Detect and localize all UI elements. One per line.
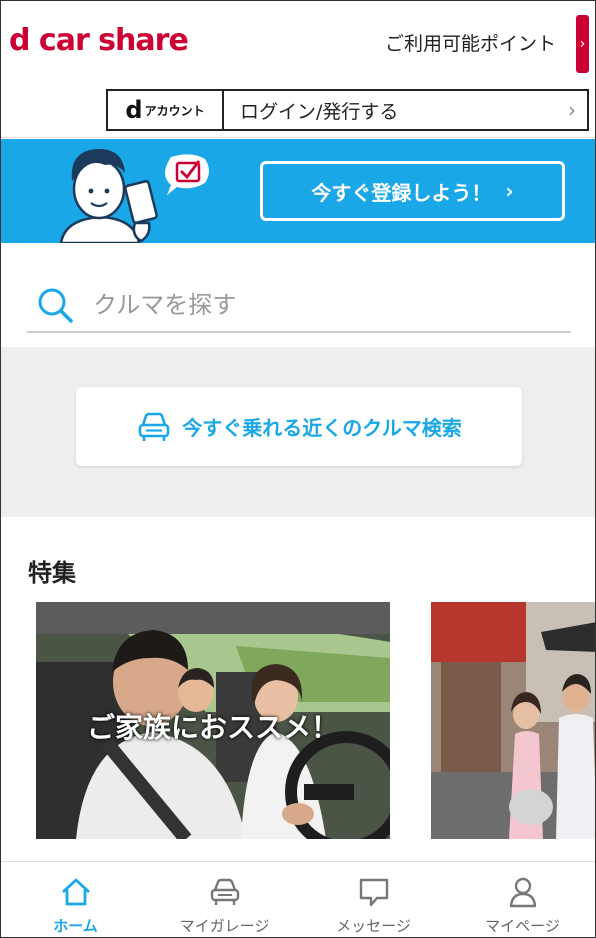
nav-my-garage-label: マイガレージ	[179, 917, 270, 935]
couple-outdoor-photo	[431, 602, 595, 839]
account-label: アカウント	[144, 103, 205, 118]
nav-messages-label: メッセージ	[336, 917, 411, 935]
register-label: 今すぐ登録しよう！	[311, 180, 492, 205]
car-icon	[138, 412, 170, 441]
dcarshare-logo[interactable]: d car share	[9, 23, 189, 58]
available-points-link[interactable]: ご利用可能ポイント	[385, 29, 556, 56]
chevron-right-icon: ›	[505, 179, 514, 203]
app-frame: d car share ご利用可能ポイント › d アカウント ログイン/発行す…	[0, 0, 596, 938]
nav-my-page[interactable]: マイページ	[448, 862, 595, 937]
car-search-input[interactable]	[93, 291, 513, 319]
header-divider	[1, 137, 595, 138]
nearby-search-label: 今すぐ乗れる近くのクルマ検索	[182, 416, 462, 440]
nav-home-label: ホーム	[53, 917, 98, 935]
header: d car share ご利用可能ポイント ›	[1, 1, 595, 85]
nav-messages[interactable]: メッセージ	[299, 862, 448, 937]
register-now-button[interactable]: 今すぐ登録しよう！ ›	[260, 161, 565, 221]
d-mark: d	[125, 96, 143, 124]
feature-card-caption: ご家族におススメ！	[86, 711, 339, 744]
home-icon	[61, 878, 90, 906]
search-icon	[38, 288, 73, 323]
feature-card-family[interactable]: ご家族におススメ！	[36, 602, 390, 839]
features-heading: 特集	[28, 559, 76, 587]
car-icon	[210, 878, 239, 905]
bottom-navigation: ホーム マイガレージ メッセージ マイページ	[1, 861, 595, 937]
register-banner: 今すぐ登録しよう！ ›	[1, 139, 595, 243]
login-label[interactable]: ログイン/発行する	[224, 91, 557, 129]
nav-home[interactable]: ホーム	[1, 862, 150, 937]
points-tab-arrow[interactable]: ›	[576, 15, 589, 73]
nearby-car-search-button[interactable]: 今すぐ乗れる近くのクルマ検索	[76, 387, 522, 466]
feature-card-2[interactable]	[431, 602, 595, 839]
user-icon	[509, 877, 536, 908]
d-account-badge: d アカウント	[108, 91, 224, 129]
chevron-right-icon: ›	[568, 98, 576, 122]
nearby-search-section: 今すぐ乗れる近くのクルマ検索	[1, 347, 595, 517]
search-bar	[27, 279, 571, 333]
message-icon	[359, 878, 388, 907]
d-account-login[interactable]: d アカウント ログイン/発行する ›	[106, 89, 589, 131]
nav-my-page-label: マイページ	[485, 917, 560, 935]
user-with-phone-illustration	[59, 148, 209, 243]
nav-my-garage[interactable]: マイガレージ	[150, 862, 299, 937]
